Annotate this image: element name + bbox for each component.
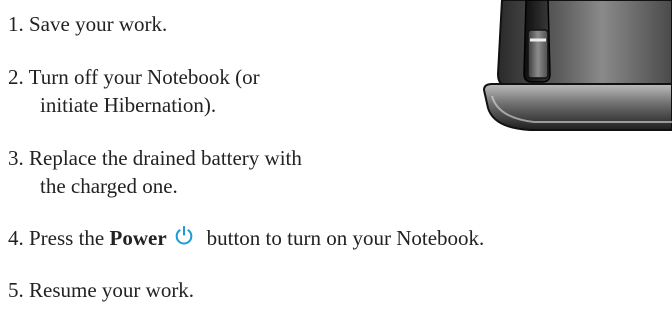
step-text: Turn off your Notebook (or (28, 65, 260, 89)
step-number: 4. (8, 226, 24, 250)
step-4: 4. Press the Power button to turn on you… (8, 224, 484, 252)
step-text-continued: initiate Hibernation). (40, 93, 217, 117)
power-icon (175, 225, 192, 245)
step-text-before: Press the (29, 226, 110, 250)
step-1: 1. Save your work. (8, 10, 167, 38)
battery-release-switch-illustration (482, 0, 672, 131)
step-text-continued: the charged one. (40, 174, 178, 198)
step-text: Replace the drained battery with (29, 146, 302, 170)
step-text: Resume your work. (29, 278, 195, 302)
step-number: 1. (8, 12, 24, 36)
power-label: Power (109, 226, 167, 250)
step-5: 5. Resume your work. (8, 276, 194, 304)
step-3: 3. Replace the drained battery with the … (8, 144, 302, 200)
step-text-after: button to turn on your Notebook. (206, 226, 485, 250)
step-text: Save your work. (29, 12, 168, 36)
step-2: 2. Turn off your Notebook (or initiate H… (8, 63, 260, 119)
step-number: 3. (8, 146, 24, 170)
step-number: 2. (8, 65, 24, 89)
step-number: 5. (8, 278, 24, 302)
